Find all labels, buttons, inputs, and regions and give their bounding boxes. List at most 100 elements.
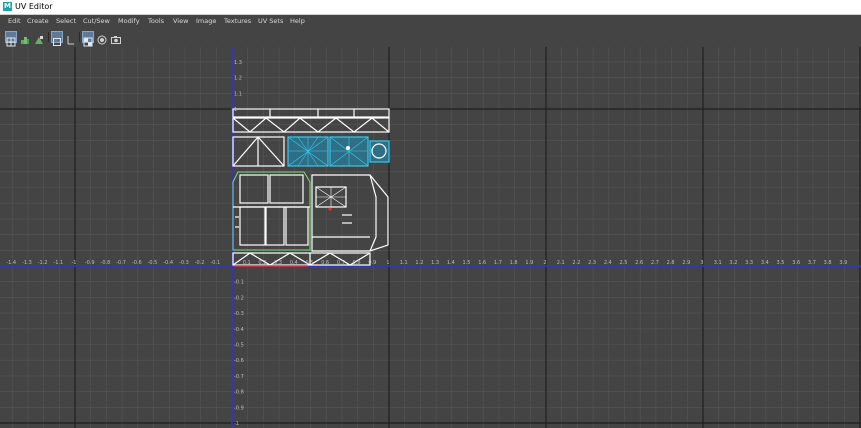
axis-tick-label: -0.3 <box>234 311 244 317</box>
axis-tick-label: 1.2 <box>415 260 423 266</box>
uv-shell-row-two[interactable] <box>232 136 285 167</box>
axis-tick-label: 3.5 <box>777 260 785 266</box>
axis-tick-label: -0.7 <box>234 374 244 380</box>
axis-tick-label: 1.8 <box>510 260 518 266</box>
axis-tick-label: -0.1 <box>210 260 220 266</box>
axis-tick-label: 0.4 <box>290 260 298 266</box>
axis-tick-label: 2.7 <box>651 260 659 266</box>
axis-tick-label: 1.7 <box>494 260 502 266</box>
axis-tick-label: -0.5 <box>148 260 158 266</box>
uv-shell-bottom-strip[interactable] <box>232 252 371 267</box>
axis-tick-label: 0.6 <box>321 260 329 266</box>
axis-tick-label: 0.9 <box>368 260 376 266</box>
v-axis-labels: 1.3 1.2 1.1 1 -0.1 -0.2 -0.3 -0.4 -0.5 -0.6 -0.7 -0… <box>234 60 244 427</box>
axis-tick-label: -0.9 <box>85 260 95 266</box>
axis-tick-label: 1.9 <box>525 260 533 266</box>
axis-tick-label: -1.4 <box>6 260 16 266</box>
menu-create[interactable]: Create <box>27 15 49 28</box>
axis-tick-label: -0.5 <box>234 343 244 349</box>
axis-tick-label: -0.2 <box>195 260 205 266</box>
axis-tick-label: -1.3 <box>22 260 32 266</box>
axis-tick-label: 1.3 <box>234 60 242 66</box>
menu-edit[interactable]: Edit <box>8 15 21 28</box>
axis-tick-label: -1 <box>72 260 77 266</box>
toolbar-separator <box>79 32 80 42</box>
axis-tick-label: 1.4 <box>447 260 455 266</box>
axis-tick-label: 1.6 <box>478 260 486 266</box>
axis-tick-label: 2.3 <box>588 260 596 266</box>
axis-tick-label: -0.8 <box>234 390 244 396</box>
u-axis-labels: -1.4 -1.3 -1.2 -1.1 -1 -0.9 -0.8 -0.7 -0.6 -0.5 -0… <box>6 260 847 266</box>
uv-shell-selected-b[interactable] <box>329 136 369 167</box>
menu-bar: Edit Create Select Cut/Sew Modify Tools … <box>0 15 861 28</box>
axis-tick-label: 3.7 <box>808 260 816 266</box>
uv-shell-selected-a[interactable] <box>287 136 329 167</box>
checker-icon[interactable] <box>82 31 94 47</box>
axis-tick-label: 2.2 <box>572 260 580 266</box>
uv-shell-left-large[interactable] <box>232 171 311 251</box>
axis-tick-label: 0.5 <box>306 260 314 266</box>
axis-tick-label: 0.1 <box>243 260 251 266</box>
axis-tick-label: 0.2 <box>258 260 266 266</box>
axis-tick-label: -0.6 <box>132 260 142 266</box>
pin-icon[interactable] <box>65 31 77 45</box>
frame-icon[interactable] <box>51 31 63 46</box>
axis-tick-label: 0.3 <box>274 260 282 266</box>
axis-tick-label: -1.1 <box>53 260 63 266</box>
toolbar <box>0 28 861 47</box>
menu-help[interactable]: Help <box>290 15 305 28</box>
menu-modify[interactable]: Modify <box>118 15 140 28</box>
uv-shell-selected-c[interactable] <box>369 140 390 163</box>
minor-grid <box>0 47 861 428</box>
axis-tick-label: 0.7 <box>337 260 345 266</box>
menu-view[interactable]: View <box>173 15 188 28</box>
uv-pivot <box>328 207 332 211</box>
axis-tick-label: 3.3 <box>745 260 753 266</box>
menu-image[interactable]: Image <box>196 15 216 28</box>
axis-tick-label: -0.8 <box>101 260 111 266</box>
axis-tick-label: 1.5 <box>463 260 471 266</box>
axis-tick-label: -0.6 <box>234 358 244 364</box>
axis-tick-label: -1.2 <box>38 260 48 266</box>
major-grid <box>0 47 861 428</box>
title-bar: M UV Editor <box>0 0 861 15</box>
axis-tick-label: 3.9 <box>839 260 847 266</box>
axis-tick-label: 1.1 <box>400 260 408 266</box>
axis-tick-label: 2.6 <box>635 260 643 266</box>
axis-tick-label: -0.1 <box>234 280 244 286</box>
snapshot-icon[interactable] <box>110 31 122 44</box>
uv-viewport[interactable]: -1.4 -1.3 -1.2 -1.1 -1 -0.9 -0.8 -0.7 -0.6 -0.5 -0… <box>0 47 861 428</box>
axis-tick-label: 3.1 <box>714 260 722 266</box>
axis-tick-label: -0.4 <box>163 260 173 266</box>
axis-tick-label: 1.1 <box>234 91 242 97</box>
axis-tick-label: -0.4 <box>234 327 244 333</box>
axis-tick-label: 2.9 <box>682 260 690 266</box>
axis-tick-label: 3.4 <box>761 260 769 266</box>
axis-tick-label: 0.8 <box>353 260 361 266</box>
uv-shell-top-strip[interactable] <box>232 108 390 133</box>
axis-tick-label: -0.3 <box>179 260 189 266</box>
texture-icon[interactable] <box>33 31 45 44</box>
menu-uv-sets[interactable]: UV Sets <box>258 15 283 28</box>
axis-tick-label: 3.8 <box>824 260 832 266</box>
axis-tick-label: -0.2 <box>234 295 244 301</box>
axis-tick-label: 2 <box>543 260 546 266</box>
axis-tick-label: -0.9 <box>234 405 244 411</box>
uv-shell-right-large[interactable] <box>311 174 389 252</box>
axis-tick-label: 2.1 <box>557 260 565 266</box>
window-title: UV Editor <box>15 2 53 11</box>
menu-textures[interactable]: Textures <box>224 15 251 28</box>
axis-tick-label: -1 <box>234 421 239 427</box>
axis-tick-label: 1 <box>386 260 389 266</box>
axis-tick-label: 1.2 <box>234 76 242 82</box>
menu-cut-sew[interactable]: Cut/Sew <box>83 15 110 28</box>
axis-tick-label: 1 <box>234 107 237 113</box>
isolate-icon[interactable] <box>96 31 108 45</box>
menu-select[interactable]: Select <box>56 15 76 28</box>
menu-tools[interactable]: Tools <box>148 15 164 28</box>
toolbar-separator <box>48 32 49 42</box>
uv-grid-icon[interactable] <box>5 31 17 47</box>
maya-logo-icon: M <box>3 2 12 11</box>
stack-icon[interactable] <box>19 31 31 44</box>
uv-axes <box>0 47 861 428</box>
